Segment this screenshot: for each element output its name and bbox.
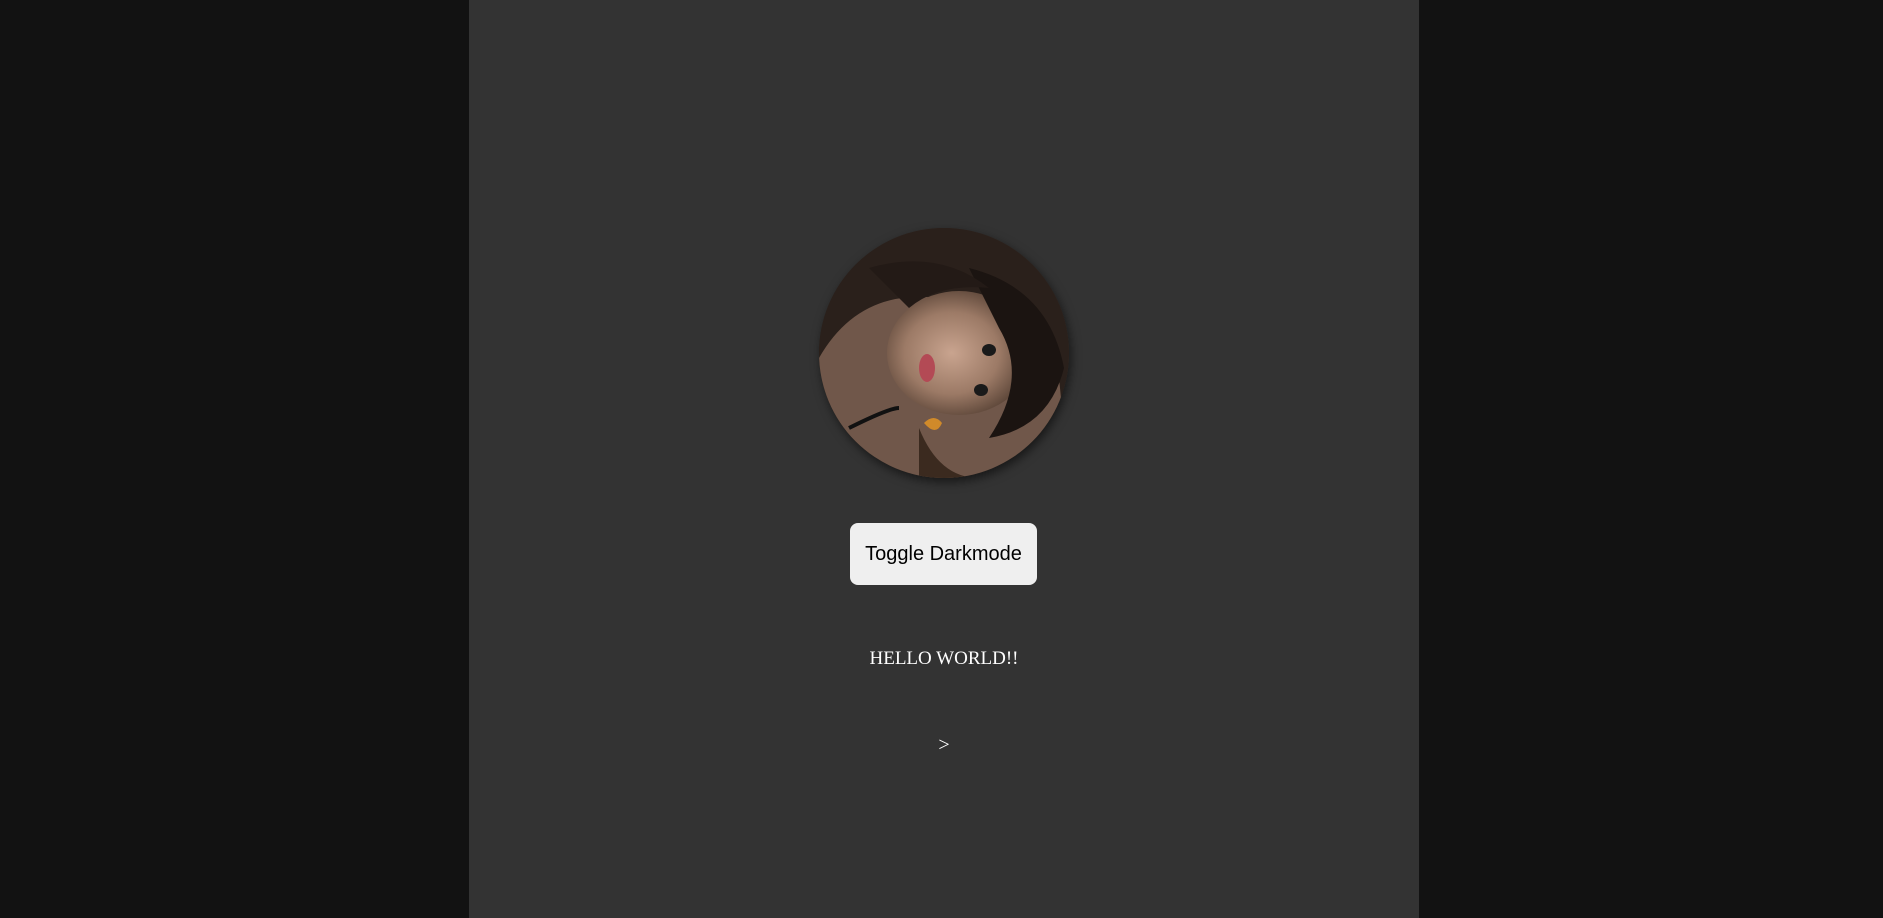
main-panel: Toggle Darkmode HELLO WORLD!! > xyxy=(469,0,1419,918)
greeting-heading: HELLO WORLD!! xyxy=(869,648,1019,669)
profile-photo xyxy=(819,228,1069,478)
profile-photo-icon xyxy=(819,228,1069,478)
next-arrow-link[interactable]: > xyxy=(469,734,1419,757)
toggle-darkmode-button[interactable]: Toggle Darkmode xyxy=(850,523,1037,585)
